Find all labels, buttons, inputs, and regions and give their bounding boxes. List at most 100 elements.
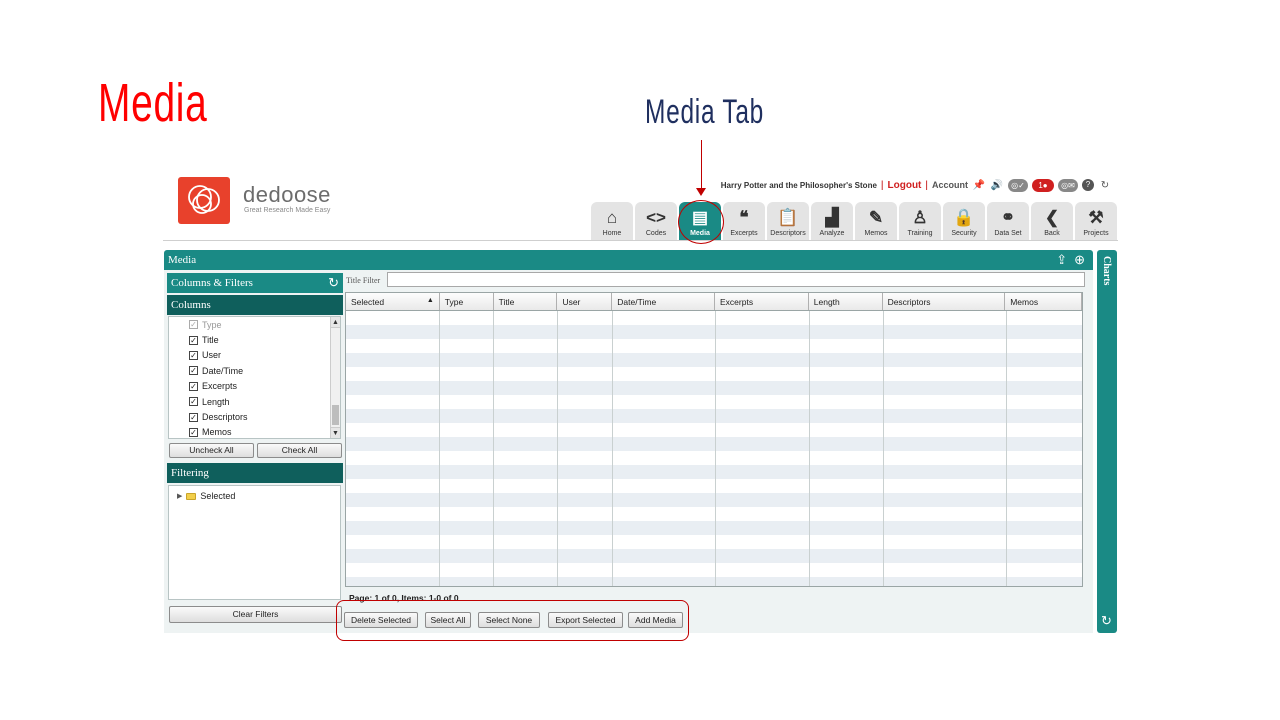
uncheck-all-button[interactable]: Uncheck All <box>169 443 254 458</box>
account-link[interactable]: Account <box>932 180 968 190</box>
checkbox: ✓ <box>189 320 198 330</box>
columns-header: Columns <box>167 295 343 315</box>
checkbox[interactable]: ✓ <box>189 350 198 360</box>
nav-tab-back[interactable]: ❮ Back <box>1031 202 1073 240</box>
empty-grid-row <box>346 451 1082 465</box>
nav-tab-descriptors[interactable]: 📋 Descriptors <box>767 202 809 240</box>
expand-arrow-icon[interactable]: ▶ <box>177 492 182 500</box>
nav-tab-projects[interactable]: ⚒ Projects <box>1075 202 1117 240</box>
column-header-length[interactable]: Length <box>809 293 883 310</box>
column-header-type[interactable]: Type <box>440 293 494 310</box>
logo-tagline: Great Research Made Easy <box>244 207 331 214</box>
column-option[interactable]: ✓ Date/Time <box>169 363 340 378</box>
checklist-icon[interactable]: ◎✓ <box>1008 178 1028 192</box>
logout-link[interactable]: Logout <box>888 180 922 191</box>
volume-icon[interactable]: 🔊 <box>990 179 1004 192</box>
column-option[interactable]: ✓ Length <box>169 394 340 409</box>
checkbox[interactable]: ✓ <box>189 381 198 391</box>
column-option[interactable]: ✓ Title <box>169 332 340 347</box>
column-header-label: Length <box>813 297 840 307</box>
filter-tree: ▶ Selected <box>168 485 341 600</box>
column-header-memos[interactable]: Memos <box>1005 293 1082 310</box>
checkbox[interactable]: ✓ <box>189 412 198 422</box>
nav-tab-label: Back <box>1044 230 1060 237</box>
column-header-label: Excerpts <box>720 297 754 307</box>
empty-grid-row <box>346 423 1082 437</box>
filtering-header: Filtering <box>167 463 343 483</box>
column-list-scrollbar[interactable]: ▲ ▼ <box>330 317 340 438</box>
empty-grid-row <box>346 577 1082 586</box>
help-icon[interactable]: ? <box>1082 179 1094 191</box>
dedoose-app: dedoose Great Research Made Easy Harry P… <box>163 168 1118 633</box>
checkbox[interactable]: ✓ <box>189 366 198 376</box>
empty-grid-row <box>346 563 1082 577</box>
checkbox[interactable]: ✓ <box>189 397 198 407</box>
nav-tab-label: Training <box>907 230 933 237</box>
project-name[interactable]: Harry Potter and the Philosopher's Stone <box>721 181 877 190</box>
column-option[interactable]: ✓ Descriptors <box>169 409 340 424</box>
separator: | <box>925 179 928 191</box>
column-header-excerpts[interactable]: Excerpts <box>715 293 809 310</box>
scroll-down-icon[interactable]: ▼ <box>331 427 340 438</box>
column-option[interactable]: ✓ User <box>169 348 340 363</box>
column-header-descriptors[interactable]: Descriptors <box>883 293 1006 310</box>
nav-tab-analyze[interactable]: ▟ Analyze <box>811 202 853 240</box>
empty-grid-row <box>346 437 1082 451</box>
filter-tree-item[interactable]: ▶ Selected <box>177 491 235 501</box>
nav-tab-codes[interactable]: <> Codes <box>635 202 677 240</box>
separator: | <box>880 179 884 191</box>
logo-rings-icon <box>188 185 220 214</box>
column-option-label: Type <box>202 319 222 330</box>
column-header-selected[interactable]: Selected ▲ <box>346 293 440 310</box>
top-bar: Harry Potter and the Philosopher's Stone… <box>721 178 1112 192</box>
column-option-label: Date/Time <box>202 365 244 376</box>
charts-side-tab[interactable]: Charts ↻ <box>1097 250 1117 633</box>
check-all-button[interactable]: Check All <box>257 443 342 458</box>
sort-ascending-icon[interactable]: ▲ <box>427 297 434 304</box>
column-option[interactable]: ✓ Excerpts <box>169 379 340 394</box>
scroll-thumb[interactable] <box>332 405 339 425</box>
codes-icon: <> <box>646 208 666 227</box>
column-header-user[interactable]: User <box>557 293 613 310</box>
column-option[interactable]: ✓ Memos <box>169 425 340 440</box>
column-option-label: User <box>202 350 222 361</box>
clipboard-icon: 📋 <box>777 208 799 227</box>
notifications-icon[interactable]: 1● <box>1032 178 1054 192</box>
nav-tab-data-set[interactable]: ⚭ Data Set <box>987 202 1029 240</box>
empty-grid-row <box>346 465 1082 479</box>
column-header-title[interactable]: Title <box>494 293 558 310</box>
column-header-label: Memos <box>1010 297 1039 307</box>
column-header-date-time[interactable]: Date/Time <box>612 293 716 310</box>
charts-refresh-icon[interactable]: ↻ <box>1101 613 1112 629</box>
column-header-label: Selected <box>351 297 385 307</box>
add-circle-icon[interactable]: ⊕ <box>1074 252 1085 268</box>
nav-tab-label: Descriptors <box>770 230 806 237</box>
grid-column-divider <box>439 311 440 586</box>
nav-tab-excerpts[interactable]: ❝ Excerpts <box>723 202 765 240</box>
notification-count: 1 <box>1038 180 1043 190</box>
charts-label: Charts <box>1101 256 1112 286</box>
grid-column-divider <box>557 311 558 586</box>
checkbox[interactable]: ✓ <box>189 427 198 437</box>
slide-title: Media <box>98 73 208 133</box>
clear-filters-button[interactable]: Clear Filters <box>169 606 342 623</box>
pin-icon[interactable]: 📌 <box>972 179 986 192</box>
refresh-icon[interactable]: ↻ <box>1098 179 1112 192</box>
nav-tab-memos[interactable]: ✎ Memos <box>855 202 897 240</box>
column-header-label: User <box>562 297 581 307</box>
grid-column-divider <box>809 311 810 586</box>
nav-tab-home[interactable]: ⌂ Home <box>591 202 633 240</box>
upload-icon[interactable]: ⇪ <box>1056 252 1067 268</box>
home-icon: ⌂ <box>606 208 618 227</box>
refresh-filters-icon[interactable]: ↻ <box>328 275 339 291</box>
checkbox[interactable]: ✓ <box>189 335 198 345</box>
scroll-up-icon[interactable]: ▲ <box>331 317 340 328</box>
nav-tab-security[interactable]: 🔒 Security <box>943 202 985 240</box>
empty-grid-row <box>346 325 1082 339</box>
nav-tab-label: Analyze <box>819 230 845 237</box>
mail-icon[interactable]: ◎✉ <box>1058 178 1078 192</box>
empty-grid-row <box>346 353 1082 367</box>
title-filter-input[interactable] <box>387 272 1085 287</box>
nav-tab-training[interactable]: ♙ Training <box>899 202 941 240</box>
folder-icon <box>186 492 197 500</box>
